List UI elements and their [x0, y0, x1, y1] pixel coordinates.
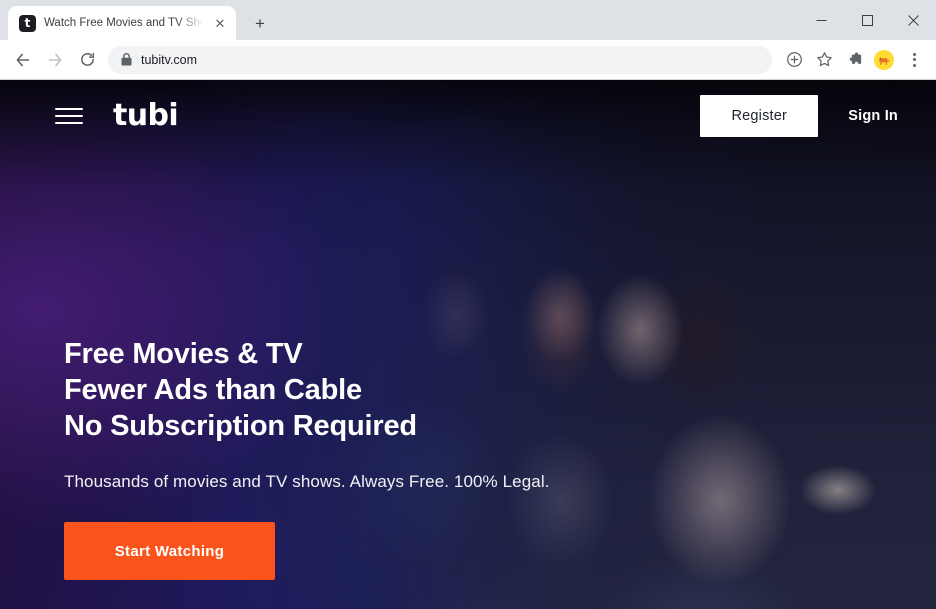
hero-section: tubi Register Sign In Free Movies & TV F… [0, 80, 936, 609]
tubi-favicon-icon: t [19, 14, 36, 32]
lock-icon [121, 53, 132, 66]
tab-title: Watch Free Movies and TV Show [44, 17, 204, 29]
profile-avatar[interactable] [870, 46, 898, 74]
site-header: tubi Register Sign In [0, 80, 936, 152]
hero-headline: Free Movies & TV Fewer Ads than Cable No… [64, 336, 550, 444]
page-viewport: tubi Register Sign In Free Movies & TV F… [0, 80, 936, 609]
forward-icon[interactable] [40, 45, 70, 75]
tab-strip: t Watch Free Movies and TV Show ✕ + [0, 0, 936, 40]
bookmark-star-icon[interactable] [810, 46, 838, 74]
extensions-puzzle-icon[interactable] [840, 46, 868, 74]
sign-in-button[interactable]: Sign In [838, 108, 908, 124]
minimize-window-icon[interactable] [798, 0, 844, 40]
headline-line-1: Free Movies & TV [64, 338, 303, 370]
tubi-logo[interactable]: tubi [113, 101, 179, 131]
window-controls [798, 0, 936, 40]
register-button[interactable]: Register [700, 95, 819, 137]
close-window-icon[interactable] [890, 0, 936, 40]
back-icon[interactable] [8, 45, 38, 75]
chrome-menu-icon[interactable] [900, 46, 928, 74]
address-bar[interactable]: tubitv.com [108, 45, 772, 74]
browser-tab[interactable]: t Watch Free Movies and TV Show ✕ [8, 6, 236, 40]
reload-icon[interactable] [72, 45, 102, 75]
hamburger-menu-icon[interactable] [55, 105, 83, 127]
dog-avatar-icon [874, 49, 894, 70]
browser-window: t Watch Free Movies and TV Show ✕ + tubi… [0, 0, 936, 609]
install-app-icon[interactable] [780, 46, 808, 74]
headline-line-2: Fewer Ads than Cable [64, 374, 362, 406]
browser-toolbar: tubitv.com [0, 40, 936, 80]
close-tab-icon[interactable]: ✕ [212, 15, 228, 31]
header-actions: Register Sign In [700, 95, 908, 137]
maximize-window-icon[interactable] [844, 0, 890, 40]
hero-subheadline: Thousands of movies and TV shows. Always… [64, 472, 550, 491]
url-text: tubitv.com [141, 52, 198, 67]
new-tab-button[interactable]: + [246, 9, 274, 37]
headline-line-3: No Subscription Required [64, 410, 417, 442]
hero-copy: Free Movies & TV Fewer Ads than Cable No… [64, 336, 550, 580]
start-watching-button[interactable]: Start Watching [64, 522, 275, 580]
